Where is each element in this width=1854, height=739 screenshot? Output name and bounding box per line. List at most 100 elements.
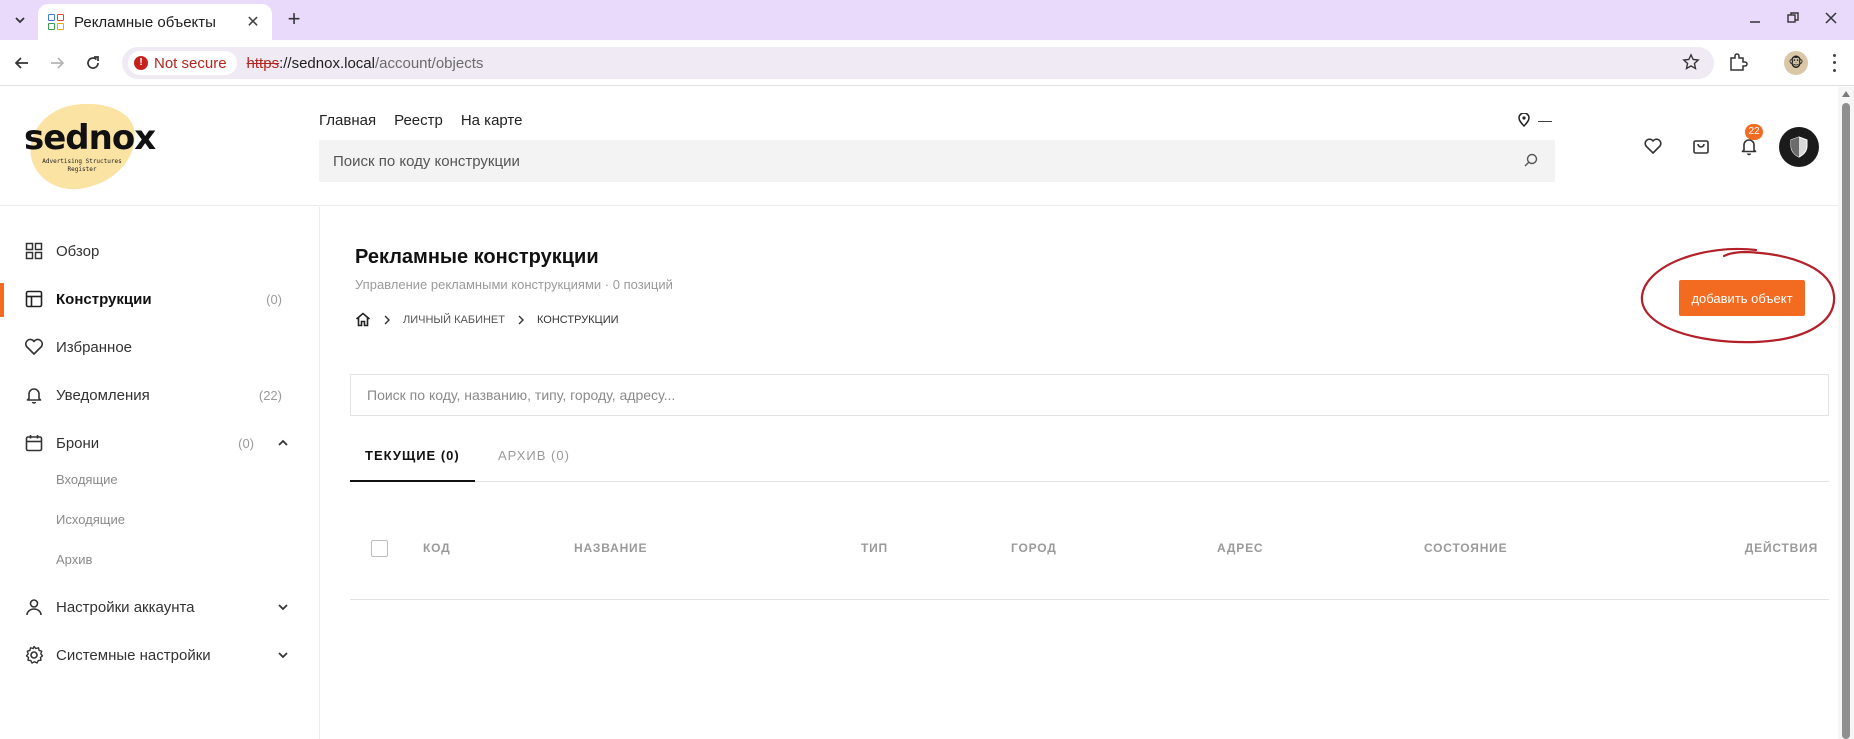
- window-controls: [1746, 8, 1840, 28]
- tab-current[interactable]: ТЕКУЩИЕ (0): [350, 440, 475, 482]
- warning-icon: !: [134, 56, 148, 70]
- tab-close-icon[interactable]: ✕: [244, 12, 262, 32]
- browser-toolbar: ! Not secure https://sednox.local/accoun…: [0, 40, 1854, 86]
- main-nav: Главная Реестр На карте: [319, 112, 522, 129]
- sidebar-item-system-settings[interactable]: Системные настройки: [0, 635, 320, 675]
- site-header: sednox Advertising Structures Register Г…: [0, 86, 1838, 206]
- extensions-puzzle-icon[interactable]: [1728, 52, 1750, 74]
- forward-arrow-icon[interactable]: [44, 50, 70, 76]
- back-arrow-icon[interactable]: [9, 50, 35, 76]
- site-logo[interactable]: sednox Advertising Structures Register: [24, 97, 156, 195]
- user-icon: [24, 597, 44, 617]
- search-icon[interactable]: [1524, 153, 1540, 169]
- address-bar[interactable]: ! Not secure https://sednox.local/accoun…: [122, 47, 1714, 79]
- tab-search-chevron-icon[interactable]: [8, 8, 32, 32]
- heart-icon: [24, 337, 44, 357]
- bookmark-star-icon[interactable]: [1682, 53, 1702, 73]
- sidebar-item-label: Уведомления: [56, 386, 150, 404]
- scroll-up-arrow-icon[interactable]: [1842, 91, 1850, 97]
- breadcrumb-account[interactable]: ЛИЧНЫЙ КАБИНЕТ: [403, 314, 505, 326]
- browser-menu-icon[interactable]: [1830, 52, 1838, 74]
- sidebar-item-label: Системные настройки: [56, 646, 211, 664]
- sidebar-item-account-settings[interactable]: Настройки аккаунта: [0, 587, 320, 627]
- minimize-icon[interactable]: [1746, 8, 1764, 28]
- column-type[interactable]: ТИП: [861, 541, 888, 555]
- notifications-badge: 22: [1745, 124, 1763, 140]
- sidebar-item-favorites[interactable]: Избранное: [0, 327, 320, 367]
- sidebar-item-label: Брони: [56, 434, 100, 452]
- tab-title: Рекламные объекты: [74, 13, 216, 31]
- calendar-icon: [24, 433, 44, 453]
- construction-code-search-input[interactable]: [319, 140, 1555, 182]
- home-icon[interactable]: [355, 312, 371, 327]
- sidebar-item-notifications[interactable]: Уведомления (22): [0, 375, 320, 415]
- grid-icon: [24, 241, 44, 261]
- sidebar-item-bookings[interactable]: Брони (0): [0, 423, 320, 463]
- column-city[interactable]: ГОРОД: [1011, 541, 1057, 555]
- browser-tab[interactable]: Рекламные объекты ✕: [38, 4, 272, 40]
- constructions-table-header: КОД НАЗВАНИЕ ТИП ГОРОД АДРЕС СОСТОЯНИЕ Д…: [350, 520, 1829, 600]
- sidebar-subitem-incoming[interactable]: Входящие: [56, 472, 118, 487]
- url-host: ://sednox.local: [279, 54, 375, 72]
- logo-subtitle: Advertising Structures Register: [42, 158, 122, 173]
- sidebar-item-count: (22): [258, 387, 282, 403]
- column-name[interactable]: НАЗВАНИЕ: [574, 541, 647, 555]
- restore-icon[interactable]: [1784, 8, 1802, 28]
- add-object-button[interactable]: добавить объект: [1679, 280, 1805, 316]
- bell-icon: [24, 385, 44, 405]
- column-code[interactable]: КОД: [423, 541, 450, 555]
- constructions-search-input[interactable]: [350, 374, 1829, 416]
- page-subtitle: Управление рекламными конструкциями · 0 …: [355, 277, 673, 292]
- chevron-down-icon[interactable]: [276, 600, 290, 614]
- location-selector[interactable]: —: [1518, 112, 1552, 128]
- chevron-right-icon: [518, 315, 524, 324]
- layout-table-icon: [24, 289, 44, 309]
- page-title: Рекламные конструкции: [355, 246, 599, 268]
- gear-icon: [24, 645, 44, 665]
- column-address[interactable]: АДРЕС: [1217, 541, 1263, 555]
- favorites-heart-icon[interactable]: [1643, 136, 1665, 158]
- column-status[interactable]: СОСТОЯНИЕ: [1424, 541, 1507, 555]
- sidebar-item-constructions[interactable]: Конструкции (0): [0, 279, 320, 319]
- sidebar-item-count: (0): [238, 435, 254, 451]
- select-all-checkbox[interactable]: [371, 540, 388, 557]
- new-tab-button[interactable]: +: [282, 8, 306, 32]
- constructions-tabs: ТЕКУЩИЕ (0) АРХИВ (0): [350, 440, 1829, 482]
- profile-avatar-icon[interactable]: 🐵: [1784, 51, 1808, 75]
- sidebar-item-overview[interactable]: Обзор: [0, 231, 320, 271]
- account-sidebar: Обзор Конструкции (0) Избранное Уведомле…: [0, 207, 320, 739]
- sidebar-item-label: Обзор: [56, 242, 100, 260]
- chevron-up-icon[interactable]: [276, 436, 290, 450]
- nav-home[interactable]: Главная: [319, 112, 376, 129]
- sidebar-item-label: Настройки аккаунта: [56, 598, 195, 616]
- security-label: Not secure: [154, 54, 227, 72]
- chevron-down-icon[interactable]: [276, 648, 290, 662]
- location-pin-icon: [1518, 113, 1530, 127]
- sidebar-item-label: Избранное: [56, 338, 133, 356]
- security-chip[interactable]: ! Not secure: [128, 51, 237, 75]
- close-window-icon[interactable]: [1822, 8, 1840, 28]
- url-protocol: https: [246, 54, 280, 72]
- sidebar-item-count: (0): [266, 291, 282, 307]
- site-favicon-icon: [48, 14, 64, 30]
- tab-archive[interactable]: АРХИВ (0): [483, 440, 585, 482]
- sidebar-subitem-archive[interactable]: Архив: [56, 552, 92, 567]
- chevron-right-icon: [384, 315, 390, 324]
- url-path: /account/objects: [374, 54, 484, 72]
- column-actions: ДЕЙСТВИЯ: [1744, 541, 1818, 555]
- url-text: https://sednox.local/account/objects: [247, 55, 484, 72]
- breadcrumb-constructions: КОНСТРУКЦИИ: [536, 313, 619, 326]
- sidebar-subitem-outgoing[interactable]: Исходящие: [56, 512, 125, 527]
- reload-icon[interactable]: [80, 50, 106, 76]
- sidebar-item-label: Конструкции: [56, 290, 152, 308]
- nav-registry[interactable]: Реестр: [394, 112, 443, 129]
- nav-map[interactable]: На карте: [461, 112, 523, 129]
- scrollbar-thumb[interactable]: [1842, 103, 1850, 739]
- location-value: —: [1538, 112, 1552, 128]
- logo-text: sednox: [24, 118, 156, 158]
- cart-bag-icon[interactable]: [1691, 136, 1713, 158]
- page-scrollbar[interactable]: [1838, 87, 1854, 739]
- breadcrumb: ЛИЧНЫЙ КАБИНЕТ КОНСТРУКЦИИ: [355, 312, 619, 327]
- user-avatar[interactable]: [1779, 127, 1819, 167]
- browser-tab-bar: Рекламные объекты ✕ +: [0, 0, 1854, 40]
